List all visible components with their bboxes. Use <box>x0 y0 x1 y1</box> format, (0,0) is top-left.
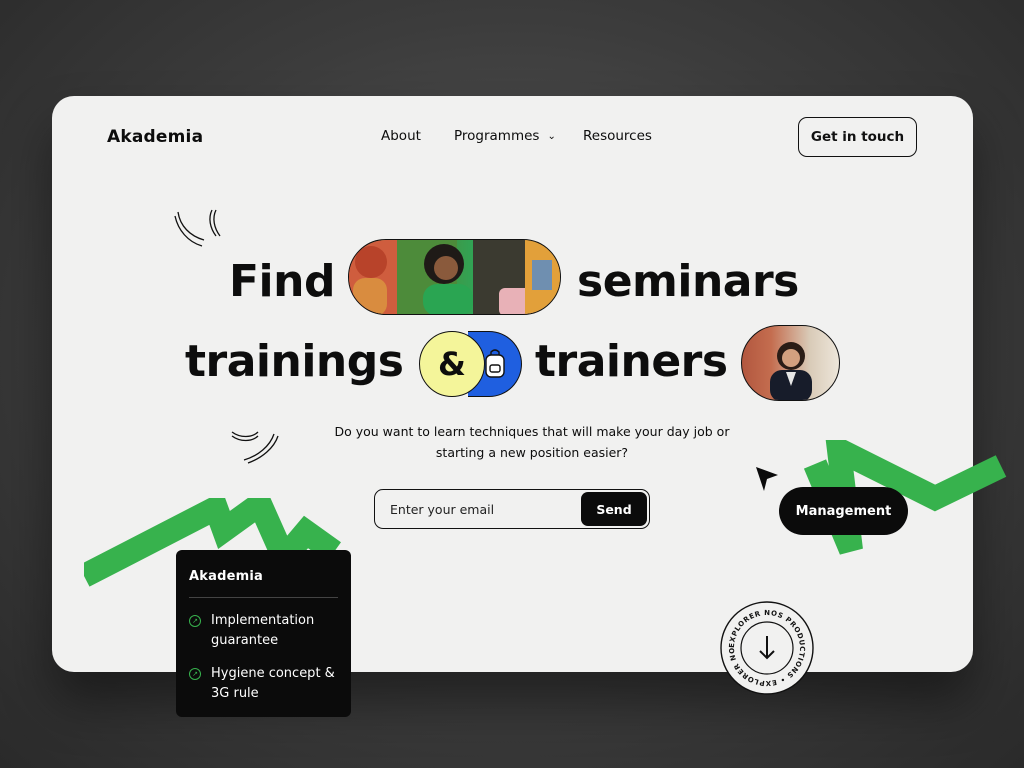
nav-resources[interactable]: Resources <box>583 128 652 144</box>
squiggle-decoration-top <box>174 209 221 247</box>
nav-programmes-label: Programmes <box>454 128 540 144</box>
arrow-up-right-icon: ↗ <box>189 615 201 627</box>
arrow-up-right-icon: ↗ <box>189 668 201 681</box>
email-signup-form: Send <box>374 489 650 529</box>
headline-find: Find <box>229 256 335 307</box>
send-button[interactable]: Send <box>581 492 647 526</box>
management-tag[interactable]: Management <box>779 487 908 535</box>
ampersand-badge: & <box>419 331 485 397</box>
headline-trainings: trainings <box>185 336 404 387</box>
chevron-down-icon: ⌄ <box>547 131 556 142</box>
features-card-logo: Akademia <box>189 569 338 598</box>
nav-programmes[interactable]: Programmes ⌄ <box>454 128 556 144</box>
headline-trainers: trainers <box>535 336 728 387</box>
trainer-photo <box>741 325 840 401</box>
get-in-touch-button[interactable]: Get in touch <box>798 117 917 157</box>
people-photo-illustration <box>349 240 560 314</box>
feature-item: ↗ Hygiene concept & 3G rule <box>189 664 338 704</box>
squiggle-decoration-bottom <box>231 431 279 464</box>
email-input[interactable] <box>375 490 581 528</box>
cursor-arrow-icon <box>756 467 778 491</box>
hero-photo-group <box>348 239 561 315</box>
headline-seminars: seminars <box>577 256 799 307</box>
hero-subtitle: Do you want to learn techniques that wil… <box>334 424 730 460</box>
explore-productions-badge[interactable]: EXPLORER NOS PRODUCTIONS • EXPLORER NOS … <box>719 600 815 696</box>
trainer-photo-illustration <box>770 342 812 400</box>
feature-item: ↗ Implementation guarantee <box>189 611 338 651</box>
feature-label: Hygiene concept & 3G rule <box>211 666 335 702</box>
feature-label: Implementation guarantee <box>211 613 315 649</box>
logo[interactable]: Akademia <box>107 127 203 147</box>
nav-about[interactable]: About <box>381 128 421 144</box>
features-card: Akademia ↗ Implementation guarantee ↗ Hy… <box>176 550 351 717</box>
